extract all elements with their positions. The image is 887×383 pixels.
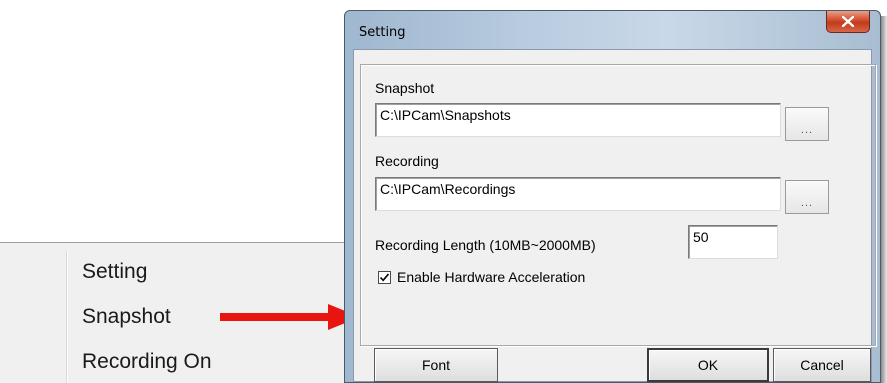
arrow-pointer (220, 304, 360, 330)
recording-length-input[interactable]: 50 (688, 225, 778, 259)
menu-item-setting[interactable]: Setting (82, 259, 322, 285)
cancel-button[interactable]: Cancel (773, 348, 871, 382)
setting-dialog: Setting Snapshot C:\IPCam\Snapshots ... … (344, 10, 887, 383)
font-button[interactable]: Font (374, 348, 498, 382)
recording-length-label: Recording Length (10MB~2000MB) (375, 237, 596, 253)
recording-label: Recording (375, 153, 439, 169)
close-button[interactable] (826, 11, 870, 33)
snapshot-path-input[interactable]: C:\IPCam\Snapshots (375, 103, 781, 137)
dialog-client-area: Snapshot C:\IPCam\Snapshots ... Recordin… (353, 49, 876, 382)
menu-item-recording-on[interactable]: Recording On (82, 349, 322, 375)
recording-path-input[interactable]: C:\IPCam\Recordings (375, 177, 781, 211)
ok-button[interactable]: OK (647, 348, 769, 382)
dialog-title: Setting (359, 25, 406, 40)
hw-accel-checkbox[interactable] (378, 271, 391, 284)
close-icon (842, 16, 854, 27)
snapshot-browse-button[interactable]: ... (785, 107, 829, 141)
menu-gutter-divider (66, 251, 67, 383)
snapshot-label: Snapshot (375, 80, 435, 96)
settings-group-box: Snapshot C:\IPCam\Snapshots ... Recordin… (360, 64, 876, 346)
recording-browse-button[interactable]: ... (785, 180, 829, 214)
window-shadow (881, 16, 887, 383)
dialog-frame: Setting Snapshot C:\IPCam\Snapshots ... … (344, 10, 881, 383)
hw-accel-label: Enable Hardware Acceleration (397, 269, 586, 285)
checkmark-icon (379, 273, 390, 282)
